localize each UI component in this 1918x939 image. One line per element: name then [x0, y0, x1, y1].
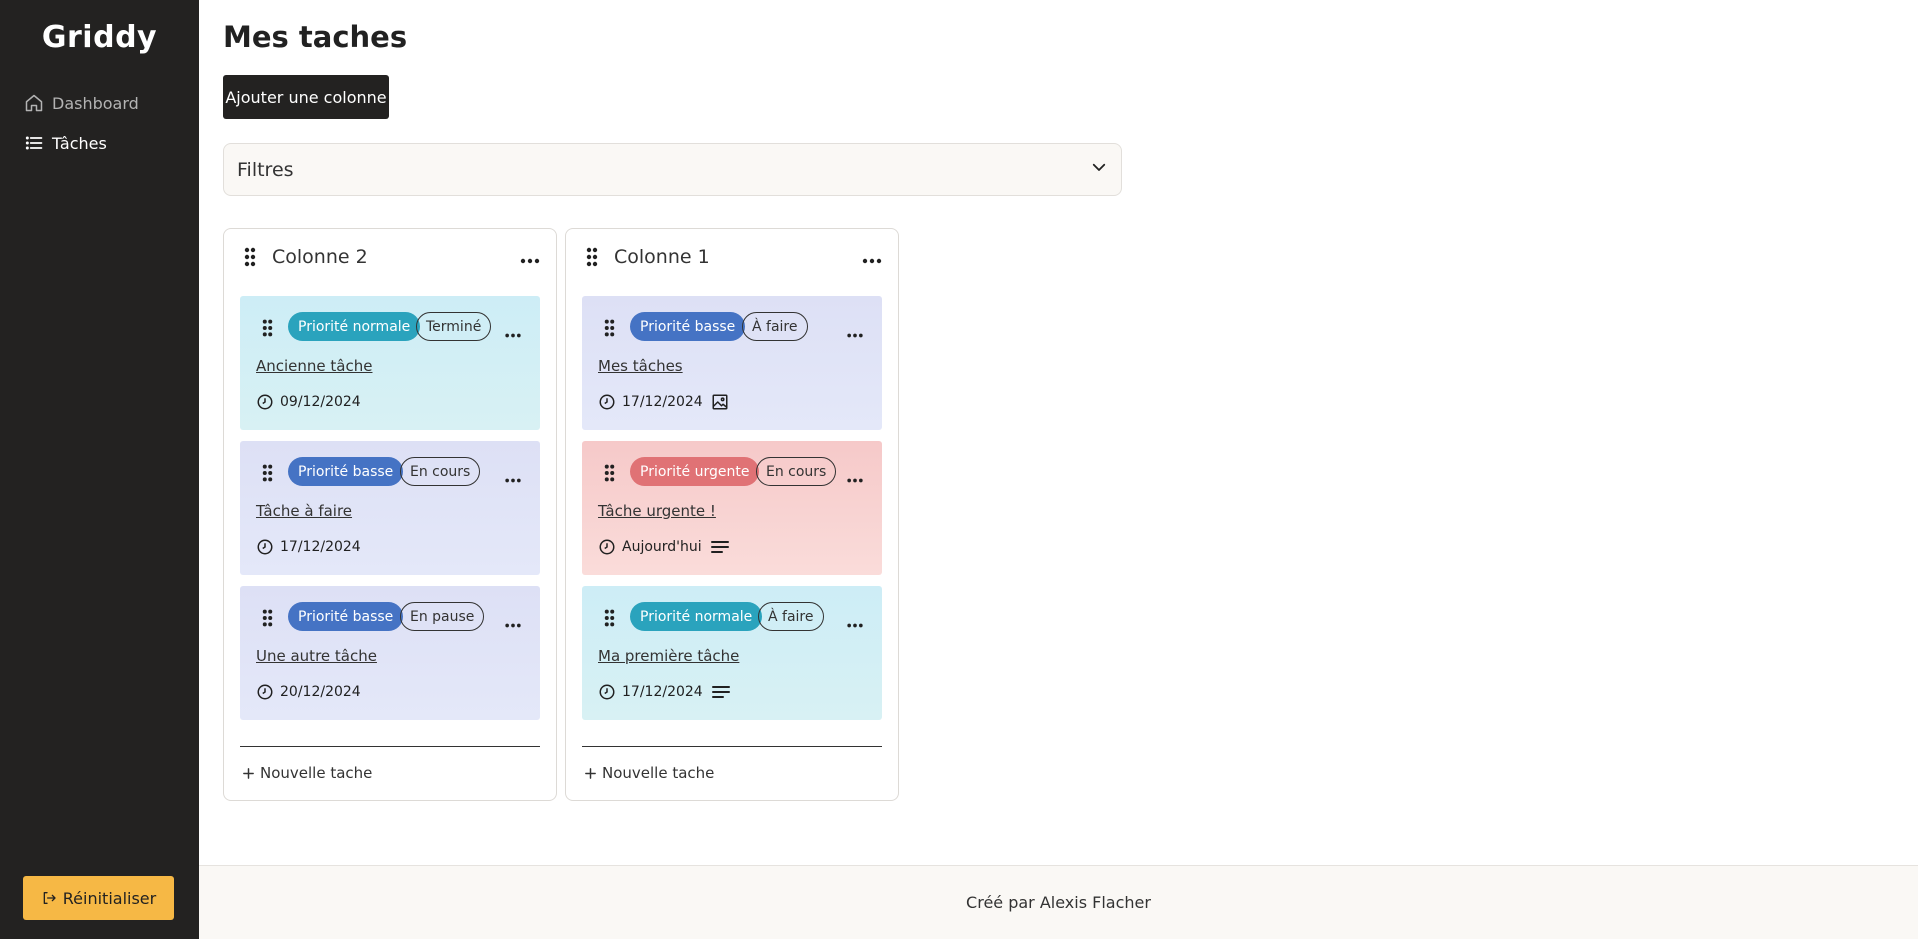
clock-icon: [598, 538, 616, 556]
sidebar-item-taches[interactable]: Tâches: [24, 130, 107, 156]
task-meta: Aujourd'hui: [598, 538, 730, 556]
drag-handle-icon[interactable]: [262, 318, 273, 342]
clock-icon: [256, 538, 274, 556]
task-title-link[interactable]: Ancienne tâche: [256, 357, 372, 375]
new-task-button[interactable]: Nouvelle tache: [584, 764, 714, 782]
task-meta: 17/12/2024: [256, 538, 361, 556]
task-title-link[interactable]: Tâche à faire: [256, 502, 352, 520]
reset-button-label: Réinitialiser: [62, 888, 157, 908]
more-horizontal-icon[interactable]: [846, 468, 864, 487]
filters-label: Filtres: [237, 158, 294, 181]
priority-badge: Priorité basse: [288, 602, 404, 631]
new-task-label: Nouvelle tache: [260, 764, 373, 782]
column-divider: [240, 746, 540, 747]
sidebar-item-label: Dashboard: [52, 93, 139, 113]
footer: Créé par Alexis Flacher: [199, 865, 1918, 939]
priority-badge: Priorité urgente: [630, 457, 760, 486]
priority-badge: Priorité normale: [630, 602, 763, 631]
drag-handle-icon[interactable]: [586, 246, 598, 272]
task-title-link[interactable]: Mes tâches: [598, 357, 683, 375]
priority-badge: Priorité basse: [630, 312, 746, 341]
task-title-link[interactable]: Ma première tâche: [598, 647, 739, 665]
task-date: 17/12/2024: [622, 684, 703, 700]
drag-handle-icon[interactable]: [244, 246, 256, 272]
sidebar-item-dashboard[interactable]: Dashboard: [24, 90, 139, 116]
task-card[interactable]: Priorité basse À faire Mes tâches 17/12/…: [582, 296, 882, 430]
task-title-link[interactable]: Tâche urgente !: [598, 502, 716, 520]
description-icon: [711, 685, 731, 699]
task-date: 20/12/2024: [280, 684, 361, 700]
status-badge: À faire: [742, 312, 808, 341]
more-horizontal-icon[interactable]: [504, 468, 522, 487]
task-date: 17/12/2024: [280, 539, 361, 555]
more-horizontal-icon[interactable]: [846, 613, 864, 632]
list-icon: [24, 132, 46, 154]
image-icon: [711, 393, 729, 411]
new-task-button[interactable]: Nouvelle tache: [242, 764, 372, 782]
task-meta: 09/12/2024: [256, 393, 361, 411]
task-meta: 20/12/2024: [256, 683, 361, 701]
sidebar: Griddy Dashboard Tâches Réinitialiser: [0, 0, 199, 939]
task-card[interactable]: Priorité urgente En cours Tâche urgente …: [582, 441, 882, 575]
new-task-label: Nouvelle tache: [602, 764, 715, 782]
filters-accordion[interactable]: Filtres: [223, 143, 1122, 196]
task-meta: 17/12/2024: [598, 393, 729, 411]
app-logo[interactable]: Griddy: [0, 20, 199, 55]
status-badge: En pause: [400, 602, 485, 631]
sidebar-item-label: Tâches: [52, 133, 107, 153]
task-card[interactable]: Priorité basse En cours Tâche à faire 17…: [240, 441, 540, 575]
task-title-link[interactable]: Une autre tâche: [256, 647, 377, 665]
more-horizontal-icon[interactable]: [520, 249, 540, 268]
description-icon: [710, 540, 730, 554]
more-horizontal-icon[interactable]: [862, 249, 882, 268]
column-divider: [582, 746, 882, 747]
status-badge: En cours: [756, 457, 837, 486]
clock-icon: [598, 683, 616, 701]
drag-handle-icon[interactable]: [604, 318, 615, 342]
task-date: Aujourd'hui: [622, 539, 702, 555]
column-header: Colonne 2: [224, 243, 556, 273]
task-card[interactable]: Priorité normale Terminé Ancienne tâche …: [240, 296, 540, 430]
drag-handle-icon[interactable]: [604, 463, 615, 487]
column: Colonne 1 Priorité basse À faire Mes tâc…: [565, 228, 899, 801]
clock-icon: [256, 683, 274, 701]
drag-handle-icon[interactable]: [604, 608, 615, 632]
column: Colonne 2 Priorité normale Terminé Ancie…: [223, 228, 557, 801]
logout-icon: [43, 892, 56, 904]
status-badge: En cours: [400, 457, 481, 486]
plus-icon: [242, 767, 255, 780]
drag-handle-icon[interactable]: [262, 463, 273, 487]
reset-button[interactable]: Réinitialiser: [23, 876, 174, 920]
plus-icon: [584, 767, 597, 780]
column-header: Colonne 1: [566, 243, 898, 273]
page-title: Mes taches: [223, 20, 408, 54]
chevron-down-icon: [1090, 158, 1108, 181]
more-horizontal-icon[interactable]: [846, 323, 864, 342]
status-badge: À faire: [758, 602, 824, 631]
footer-credit: Créé par Alexis Flacher: [966, 893, 1151, 912]
main-content: Mes taches Ajouter une colonne Filtres C…: [199, 0, 1918, 939]
task-date: 17/12/2024: [622, 394, 703, 410]
task-meta: 17/12/2024: [598, 683, 731, 701]
task-card[interactable]: Priorité normale À faire Ma première tâc…: [582, 586, 882, 720]
priority-badge: Priorité basse: [288, 457, 404, 486]
column-title: Colonne 1: [614, 246, 710, 268]
add-column-button[interactable]: Ajouter une colonne: [223, 75, 389, 119]
drag-handle-icon[interactable]: [262, 608, 273, 632]
clock-icon: [598, 393, 616, 411]
home-icon: [24, 92, 46, 114]
task-card[interactable]: Priorité basse En pause Une autre tâche …: [240, 586, 540, 720]
clock-icon: [256, 393, 274, 411]
priority-badge: Priorité normale: [288, 312, 421, 341]
more-horizontal-icon[interactable]: [504, 613, 522, 632]
more-horizontal-icon[interactable]: [504, 323, 522, 342]
task-date: 09/12/2024: [280, 394, 361, 410]
status-badge: Terminé: [416, 312, 492, 341]
column-title: Colonne 2: [272, 246, 368, 268]
